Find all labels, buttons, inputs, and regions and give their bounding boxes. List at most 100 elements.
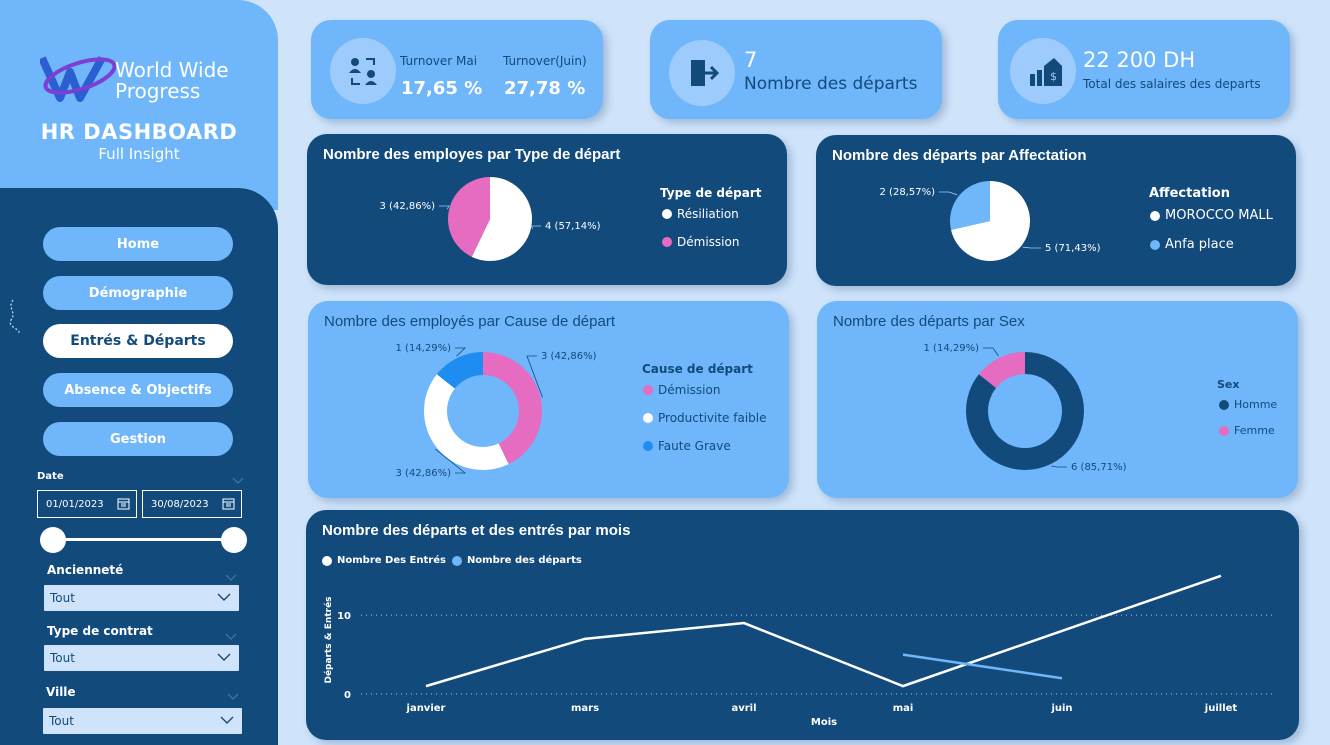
chevron-down-icon[interactable]	[225, 626, 237, 645]
data-label: 3 (42,86%)	[380, 201, 436, 212]
legend-dot-icon	[643, 441, 653, 451]
chart-card-departs-entres: Nombre des départs et des entrés par moi…	[306, 510, 1299, 740]
pie-slice-productivite-faible[interactable]	[424, 374, 509, 470]
date-range-start-handle[interactable]	[40, 527, 66, 553]
people-exchange-icon	[330, 38, 396, 104]
turnover-mai-value: 17,65 %	[401, 78, 483, 99]
chevron-down-icon[interactable]	[227, 686, 239, 705]
salaires-label: Total des salaires des departs	[1083, 77, 1261, 91]
date-start-input[interactable]: 01/01/2023	[37, 490, 137, 518]
legend-label: Femme	[1234, 424, 1275, 437]
y-tick-label: 0	[344, 690, 351, 701]
nav-home-button[interactable]: Home	[43, 227, 233, 261]
chevron-down-icon[interactable]	[220, 714, 234, 728]
departs-count-value: 7	[744, 48, 758, 72]
company-logo	[38, 50, 117, 108]
exit-door-icon	[669, 40, 735, 106]
legend-label: Démission	[677, 235, 740, 249]
legend-item-homme[interactable]: Homme	[1219, 398, 1277, 411]
brand-name-line2: Progress	[115, 79, 201, 103]
nav-absence-objectifs-button[interactable]: Absence & Objectifs	[43, 373, 233, 407]
series-line-entres[interactable]	[425, 574, 1222, 688]
legend-label: Démission	[658, 383, 721, 397]
chart-card-affectation: Nombre des départs par Affectation 5 (71…	[816, 135, 1296, 286]
donut-chart-cause-depart: 3 (42,86%) 3 (42,86%) 1 (14,29%)	[396, 343, 597, 479]
dashboard-subtitle: Full Insight	[98, 145, 180, 163]
legend-label: Faute Grave	[658, 439, 731, 453]
chevron-down-icon[interactable]	[217, 651, 231, 665]
legend-item-femme[interactable]: Femme	[1219, 424, 1275, 437]
x-tick-label: juillet	[1204, 703, 1238, 714]
legend-title: Sex	[1217, 378, 1240, 391]
departs-count-card: 7 Nombre des départs	[650, 20, 942, 119]
legend-dot-icon	[643, 385, 653, 395]
ville-select[interactable]: Tout	[43, 708, 242, 734]
data-label: 1 (14,29%)	[924, 343, 980, 354]
data-label: 6 (85,71%)	[1071, 462, 1127, 473]
chevron-down-icon[interactable]	[225, 567, 237, 586]
data-label-leader-line	[530, 225, 541, 230]
x-tick-label: avril	[731, 703, 756, 714]
chart-card-sex: Nombre des départs par Sex 6 (85,71%) 1 (…	[817, 301, 1298, 498]
legend-title: Cause de départ	[642, 362, 753, 376]
date-start-value: 01/01/2023	[46, 498, 104, 510]
chevron-down-icon[interactable]	[217, 591, 231, 605]
calendar-icon[interactable]	[117, 497, 130, 513]
legend-item-demission[interactable]: Démission	[662, 235, 739, 249]
legend-item-anfa-place[interactable]: Anfa place	[1150, 237, 1234, 252]
legend-dot-icon	[1219, 399, 1229, 410]
legend-dot-icon	[662, 209, 672, 219]
legend-dot-icon	[662, 237, 672, 247]
date-range-end-handle[interactable]	[221, 527, 247, 553]
legend-title: Affectation	[1149, 186, 1230, 201]
dashboard-title: HR DASHBOARD	[40, 120, 238, 144]
departs-count-label: Nombre des départs	[744, 74, 918, 94]
date-filter-chevron-icon[interactable]	[232, 470, 244, 489]
legend-item-morocco-mall[interactable]: MOROCCO MALL	[1150, 208, 1273, 223]
salaires-card: $ 22 200 DH Total des salaires des depar…	[998, 20, 1290, 119]
legend-item-resiliation[interactable]: Résiliation	[662, 207, 739, 221]
anciennete-filter-label: Ancienneté	[47, 563, 124, 577]
contrat-select[interactable]: Tout	[44, 645, 239, 671]
data-label: 2 (28,57%)	[880, 187, 936, 198]
data-label-leader-line	[1022, 246, 1041, 249]
salaires-value: 22 200 DH	[1083, 48, 1196, 72]
turnover-mai-label: Turnover Mai	[400, 54, 478, 68]
chart-card-type-depart: Nombre des employes par Type de départ 4…	[307, 134, 787, 285]
line-chart-departs-entres: 0 10 janvier mars avril mai juin juillet Mois Dép…	[323, 574, 1276, 728]
date-range-slider-track[interactable]	[52, 538, 234, 541]
data-label-leader-line	[983, 347, 999, 357]
legend-dot-icon	[1150, 210, 1160, 221]
nav-gestion-button[interactable]: Gestion	[43, 422, 233, 456]
data-label: 1 (14,29%)	[396, 343, 452, 354]
legend-label: Anfa place	[1165, 237, 1234, 252]
nav-entres-departs-button[interactable]: Entrés & Départs	[43, 324, 233, 358]
turnover-juin-value: 27,78 %	[504, 78, 586, 99]
legend-title: Type de départ	[660, 186, 762, 200]
y-axis-label: Départs & Entrés	[323, 596, 334, 683]
legend-item-faute-grave[interactable]: Faute Grave	[643, 439, 731, 453]
date-end-input[interactable]: 30/08/2023	[142, 490, 242, 518]
ville-selected-value: Tout	[49, 714, 74, 728]
money-house-icon: $	[1010, 38, 1076, 104]
x-tick-label: juin	[1050, 703, 1072, 714]
legend-item-productivite-faible[interactable]: Productivite faible	[643, 411, 766, 425]
calendar-icon[interactable]	[222, 497, 235, 513]
brand-name-line1: World Wide	[115, 58, 229, 82]
x-tick-label: janvier	[406, 703, 446, 714]
data-label: 3 (42,86%)	[541, 351, 597, 362]
nav-demographie-button[interactable]: Démographie	[43, 276, 233, 310]
svg-text:$: $	[1050, 70, 1057, 83]
date-filter-label: Date	[37, 471, 64, 482]
contrat-filter-label: Type de contrat	[47, 624, 153, 638]
legend-label: Homme	[1234, 398, 1278, 411]
turnover-card: Turnover Mai 17,65 % Turnover(Juin) 27,7…	[311, 20, 603, 119]
legend-dot-icon	[1150, 239, 1160, 250]
data-label-leader-line	[1051, 465, 1067, 468]
cursor-decoration-icon	[5, 298, 45, 342]
y-tick-label: 10	[337, 611, 351, 622]
legend-item-demission[interactable]: Démission	[643, 383, 720, 397]
ville-filter-label: Ville	[46, 685, 76, 699]
x-axis-label: Mois	[811, 717, 837, 728]
anciennete-select[interactable]: Tout	[44, 585, 239, 611]
